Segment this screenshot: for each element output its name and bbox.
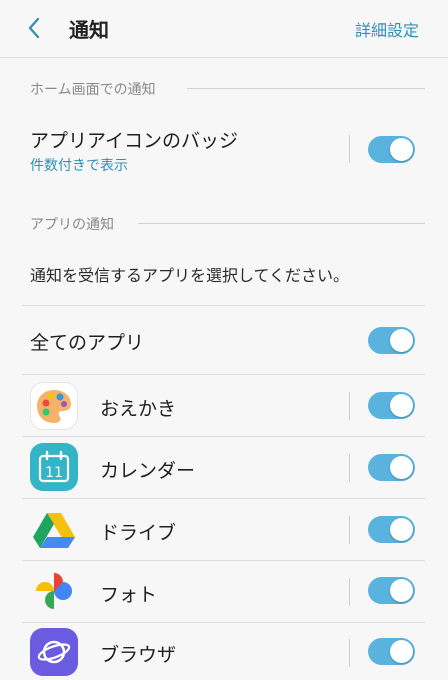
drive-icon	[30, 506, 78, 554]
app-toggle-calendar[interactable]	[368, 454, 415, 481]
toggle-knob	[390, 329, 413, 352]
toggle-knob	[390, 579, 413, 602]
badge-setting-subtitle: 件数付きで表示	[30, 158, 128, 174]
app-toggle-browser[interactable]	[368, 638, 415, 665]
toggle-knob	[390, 456, 413, 479]
header-divider	[0, 57, 448, 58]
photos-icon	[30, 567, 78, 615]
app-toggle-photos[interactable]	[368, 577, 415, 604]
all-apps-label: 全てのアプリ	[30, 332, 145, 354]
row-separator	[349, 639, 350, 667]
app-toggle-oekaki[interactable]	[368, 392, 415, 419]
calendar-icon: 11	[30, 443, 78, 491]
more-settings-button[interactable]: 詳細設定	[355, 17, 419, 41]
row-separator	[349, 392, 350, 420]
toggle-knob	[390, 640, 413, 663]
row-separator	[349, 454, 350, 482]
section-header-home: ホーム画面での通知	[30, 82, 156, 98]
palette-icon	[30, 382, 78, 430]
toggle-knob	[390, 394, 413, 417]
all-apps-toggle[interactable]	[368, 327, 415, 354]
app-name: おえかき	[100, 398, 177, 420]
app-name: フォト	[100, 584, 158, 606]
page-title: 通知	[69, 18, 109, 42]
svg-text:11: 11	[45, 465, 63, 481]
app-name: カレンダー	[100, 460, 196, 482]
toggle-knob	[390, 138, 413, 161]
app-bar: 通知 詳細設定	[0, 0, 448, 57]
badge-setting-title: アプリアイコンのバッジ	[30, 130, 239, 152]
chevron-left-icon	[28, 17, 40, 39]
app-toggle-drive[interactable]	[368, 516, 415, 543]
row-separator	[349, 135, 350, 163]
section-header-line	[187, 88, 425, 89]
back-button[interactable]	[22, 16, 46, 40]
app-name: ドライブ	[100, 522, 177, 544]
section-header-line	[138, 223, 425, 224]
browser-icon	[30, 628, 78, 676]
app-notification-description: 通知を受信するアプリを選択してください。	[30, 266, 350, 285]
row-separator	[349, 516, 350, 544]
row-separator	[349, 578, 350, 606]
toggle-knob	[390, 518, 413, 541]
badge-toggle[interactable]	[368, 136, 415, 163]
section-header-apps: アプリの通知	[30, 217, 114, 233]
app-name: ブラウザ	[100, 644, 177, 666]
